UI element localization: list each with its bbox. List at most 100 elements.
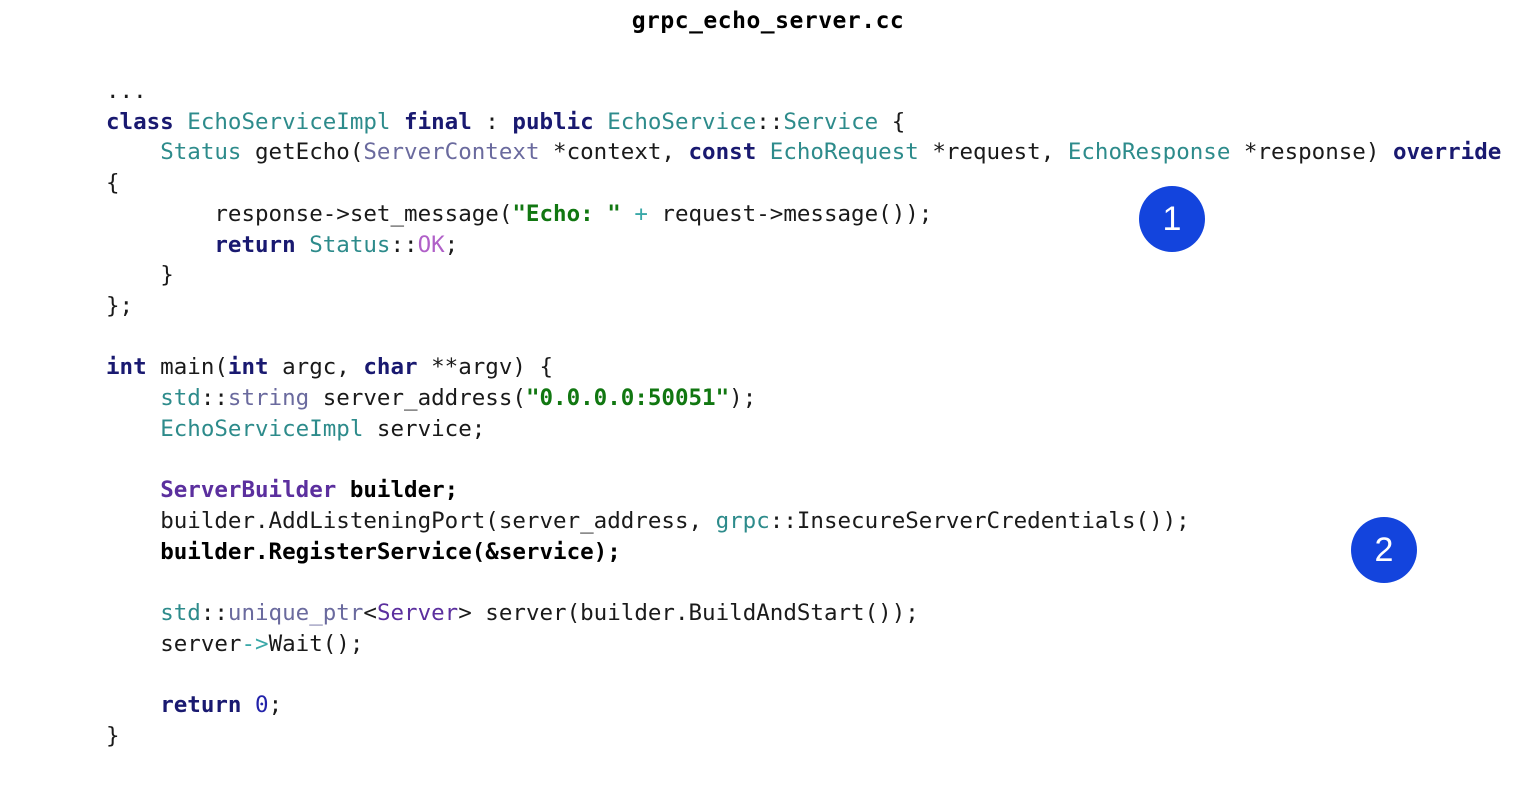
code-token-plain: getEcho( [241, 139, 364, 166]
code-token-kw: const [688, 139, 757, 166]
line-unique-ptr-server: std::unique_ptr<Server> server(builder.B… [106, 598, 1506, 629]
code-token-type: Service [783, 108, 879, 135]
code-token-ident: unique_ptr [227, 599, 364, 626]
code-token-plain: server_address( [309, 385, 526, 412]
code-token-kw: return [214, 231, 296, 258]
line-service-inst: EchoServiceImpl service; [106, 414, 1506, 445]
line-server-wait: server->Wait(); [106, 629, 1506, 660]
code-token-plain: ; [268, 692, 283, 718]
code-token-kw: override [1392, 139, 1502, 166]
line-close-main: } [106, 721, 1506, 752]
line-add-listening-port: builder.AddListeningPort(server_address,… [106, 506, 1506, 537]
code-token-plain: } [106, 262, 174, 289]
code-token-plain: > server(builder.BuildAndStart()); [458, 599, 919, 626]
line-blank-2 [106, 444, 1506, 475]
code-token-plain: request->message()); [647, 200, 933, 227]
step-badge-2[interactable]: 2 [1351, 517, 1417, 583]
code-token-plain: ::InsecureServerCredentials()); [769, 507, 1190, 534]
code-token-plain: **argv) { [417, 354, 554, 381]
code-token-plain: { [878, 108, 906, 135]
code-token-bold: builder; [349, 477, 459, 504]
line-main-sig: int main(int argc, char **argv) { [106, 352, 1506, 383]
code-token-type: EchoServiceImpl [187, 108, 391, 135]
code-token-ns: grpc [715, 507, 770, 534]
code-token-ns: std [160, 385, 201, 412]
code-token-plain: }; [106, 292, 134, 319]
code-token-str: "0.0.0.0:50051" [525, 385, 730, 412]
code-token-plain: response->set_message( [106, 200, 513, 227]
line-close-class: }; [106, 291, 1506, 322]
code-token-type: Status [309, 231, 391, 258]
page-title: grpc_echo_server.cc [631, 8, 905, 34]
code-token-bold: builder.RegisterService(&service); [160, 538, 621, 565]
code-token-plain: ... [106, 78, 147, 104]
line-return-zero: return 0; [106, 690, 1506, 721]
code-token-plain: : [471, 108, 513, 135]
code-token-plain: < [363, 599, 377, 626]
code-token-str: "Echo: " [512, 200, 621, 227]
code-token-plain: main( [146, 354, 228, 381]
line-register-service: builder.RegisterService(&service); [106, 537, 1506, 568]
step-badge-1-label: 1 [1162, 200, 1182, 238]
code-token-kw: char [363, 354, 418, 381]
code-token-plain: ; [444, 231, 459, 258]
line-blank-4 [106, 659, 1506, 690]
code-token-op: + [634, 200, 648, 227]
code-token-type: EchoServiceImpl [160, 415, 364, 442]
code-token-ns: std [160, 599, 201, 626]
line-server-address: std::string server_address("0.0.0.0:5005… [106, 383, 1506, 414]
line-builder-decl: ServerBuilder builder; [106, 475, 1506, 506]
code-token-type: EchoRequest [769, 139, 919, 166]
code-token-kw: final [404, 108, 472, 135]
code-token-kw: public [512, 108, 594, 135]
code-token-kw: int [106, 354, 147, 381]
code-token-plain: server [106, 630, 242, 657]
code-token-plain: :: [756, 108, 784, 135]
line-getecho-sig: Status getEcho(ServerContext *context, c… [106, 137, 1506, 198]
code-token-plain: } [106, 722, 120, 749]
code-token-type: Status [160, 139, 242, 166]
code-listing: ... class EchoServiceImpl final : public … [106, 76, 1506, 751]
code-token-plain: :: [390, 231, 418, 258]
code-token-ident: string [227, 385, 310, 412]
code-token-kw: class [106, 108, 174, 135]
code-token-plain: builder.AddListeningPort(server_address, [106, 507, 716, 534]
line-class-decl: class EchoServiceImpl final : public Ech… [106, 107, 1506, 138]
code-token-kw: return [160, 692, 242, 718]
code-token-plain: *context, [539, 139, 689, 166]
code-token-num: 0 [255, 692, 269, 718]
code-token-kw: int [227, 354, 269, 381]
code-token-plain: Wait(); [268, 630, 364, 657]
code-token-plain: :: [200, 385, 228, 412]
step-badge-1[interactable]: 1 [1139, 186, 1205, 252]
line-return-status: return Status::OK; [106, 230, 1506, 261]
code-token-plain: service; [363, 415, 486, 442]
code-token-type: EchoService [607, 108, 757, 135]
line-set-message: response->set_message("Echo: " + request… [106, 199, 1506, 230]
code-token-op: -> [241, 630, 269, 657]
code-token-class: Server [376, 599, 459, 626]
code-token-type: EchoResponse [1067, 139, 1231, 166]
line-blank-3 [106, 567, 1506, 598]
code-token-plain: *request, [918, 139, 1068, 166]
line-blank-1 [106, 322, 1506, 353]
line-close-method: } [106, 260, 1506, 291]
code-token-ident: ServerContext [363, 139, 540, 166]
code-token-class: ServerBuilder [160, 477, 337, 504]
line-ellipsis: ... [106, 76, 1506, 107]
code-token-const: OK [417, 231, 445, 258]
